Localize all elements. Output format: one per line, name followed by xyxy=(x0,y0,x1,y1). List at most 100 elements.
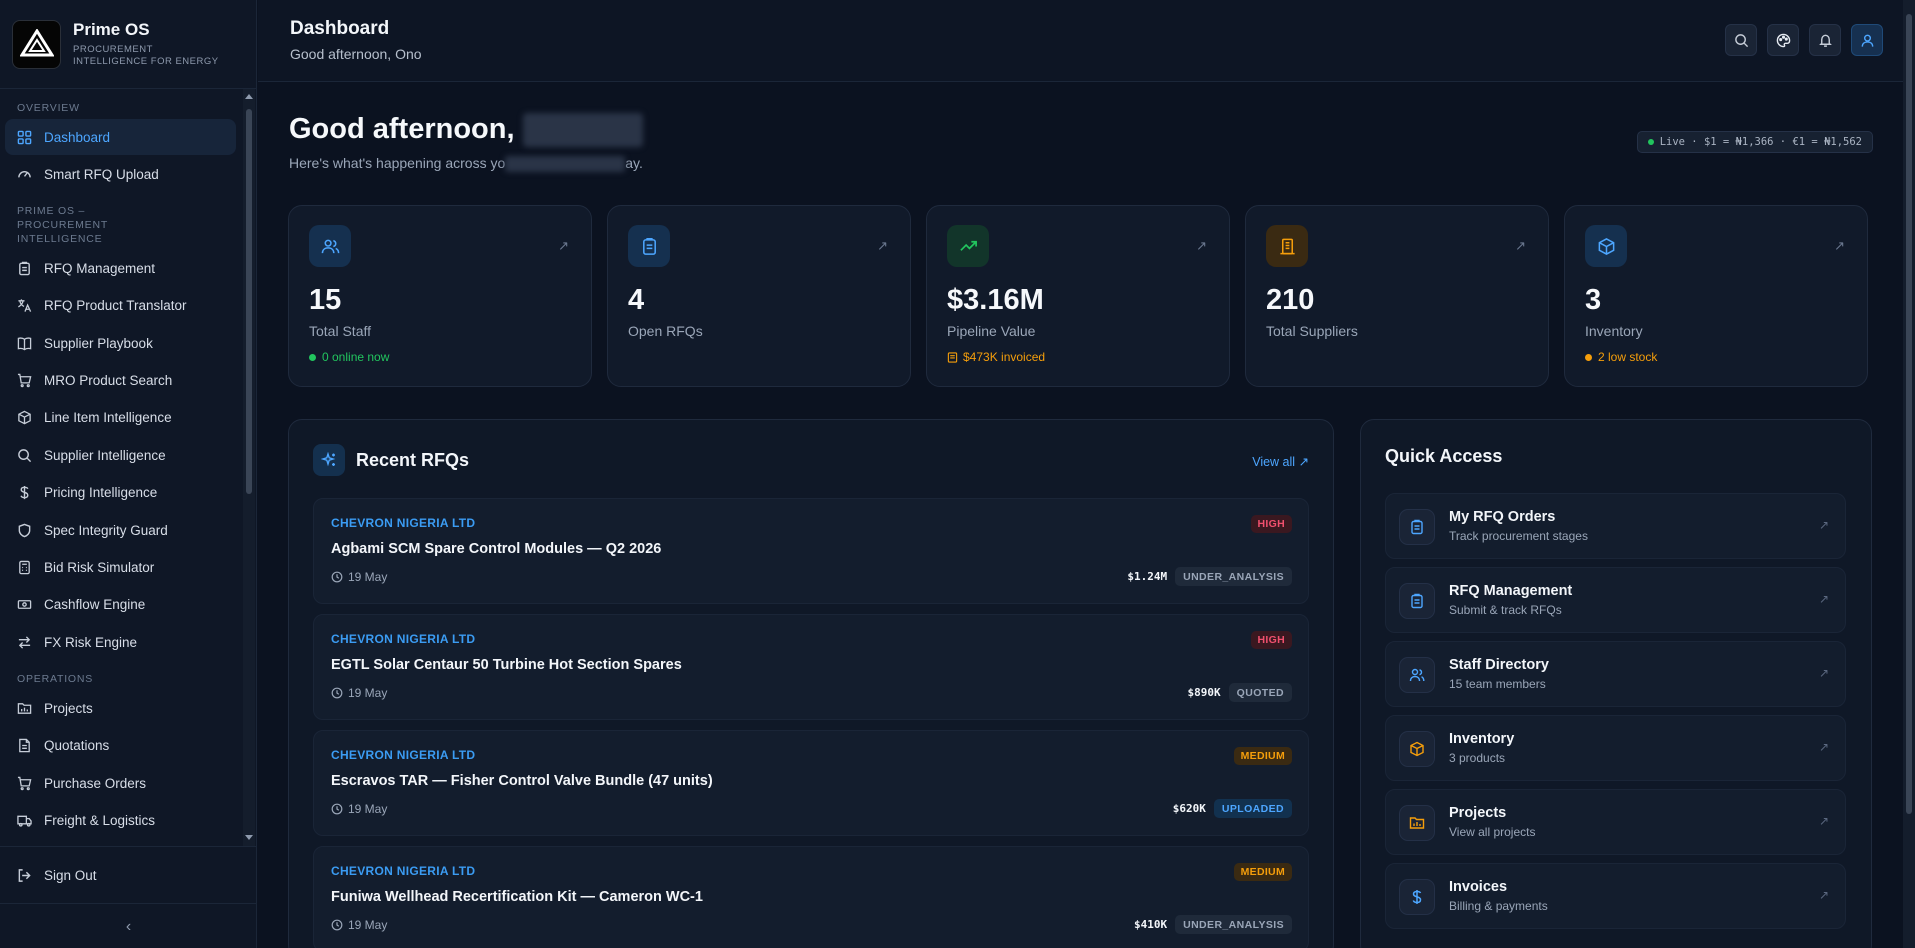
topbar-actions xyxy=(1725,24,1883,56)
sidebar-item-dashboard[interactable]: Dashboard xyxy=(5,119,236,155)
stat-label: Total Staff xyxy=(309,323,372,339)
users-icon xyxy=(1409,668,1425,682)
stat-value: $3.16M xyxy=(947,284,1044,316)
box-icon xyxy=(18,411,31,425)
view-all-link[interactable]: View all ↗ xyxy=(1252,454,1309,469)
sidebar-item-label: Cashflow Engine xyxy=(44,597,146,613)
sidebar-item-freight-logistics[interactable]: Freight & Logistics xyxy=(5,802,236,838)
section-label-overview: OVERVIEW xyxy=(17,102,80,114)
sidebar-item-pricing-intelligence[interactable]: Pricing Intelligence xyxy=(5,475,236,511)
rfq-list-item[interactable]: CHEVRON NIGERIA LTD Escravos TAR — Fishe… xyxy=(313,730,1309,836)
folder-icon xyxy=(17,702,32,714)
qa-title: Invoices xyxy=(1449,879,1508,895)
stat-icon-box xyxy=(309,225,351,267)
users-icon xyxy=(321,239,339,253)
arrow-up-right-icon: ↗ xyxy=(1818,814,1829,828)
sidebar-item-line-item-intelligence[interactable]: Line Item Intelligence xyxy=(5,400,236,436)
sidebar-item-cashflow-engine[interactable]: Cashflow Engine xyxy=(5,587,236,623)
qa-subtitle: View all projects xyxy=(1449,825,1536,839)
theme-button[interactable] xyxy=(1767,24,1799,56)
scroll-up-arrow[interactable] xyxy=(245,94,253,99)
brand[interactable]: Prime OS PROCUREMENT INTELLIGENCE FOR EN… xyxy=(0,0,256,89)
sidebar-item-spec-integrity-guard[interactable]: Spec Integrity Guard xyxy=(5,512,236,548)
sidebar-item-supplier-playbook[interactable]: Supplier Playbook xyxy=(5,325,236,361)
quick-access-panel: Quick Access My RFQ Orders Track procure… xyxy=(1360,419,1872,948)
arrow-up-right-icon: ↗ xyxy=(1818,888,1829,902)
stat-icon-box xyxy=(1266,225,1308,267)
cart-icon xyxy=(17,373,32,388)
stat-card-pipeline-value[interactable]: ↗ $3.16M Pipeline Value $473K invoiced xyxy=(926,205,1230,387)
rfq-list-item[interactable]: CHEVRON NIGERIA LTD Funiwa Wellhead Rece… xyxy=(313,846,1309,948)
clock-icon xyxy=(331,919,343,931)
sidebar-item-projects[interactable]: Projects xyxy=(5,690,236,726)
sidebar-item-label: Spec Integrity Guard xyxy=(44,522,168,538)
rfq-date-text: 19 May xyxy=(348,570,388,584)
greeting-text: Good afternoon, xyxy=(289,113,515,145)
clipboard-icon xyxy=(642,237,656,255)
stat-card-total-suppliers[interactable]: ↗ 210 Total Suppliers xyxy=(1245,205,1549,387)
scroll-down-arrow[interactable] xyxy=(245,835,253,840)
user-menu-button[interactable] xyxy=(1851,24,1883,56)
priority-badge: MEDIUM xyxy=(1233,747,1292,765)
rfq-client: CHEVRON NIGERIA LTD xyxy=(331,864,476,878)
rfq-amount: $620K xyxy=(1172,802,1206,815)
sidebar-item-rfq-product-translator[interactable]: RFQ Product Translator xyxy=(5,288,236,324)
palette-icon xyxy=(1776,33,1790,47)
quick-access-inventory[interactable]: Inventory 3 products ↗ xyxy=(1385,715,1846,781)
page-scrollbar[interactable] xyxy=(1903,0,1915,948)
sidebar-item-supplier-intelligence[interactable]: Supplier Intelligence xyxy=(5,437,236,473)
rfq-list-item[interactable]: CHEVRON NIGERIA LTD EGTL Solar Centaur 5… xyxy=(313,614,1309,720)
recent-rfqs-header: Recent RFQs xyxy=(313,444,469,476)
sidebar-item-label: Line Item Intelligence xyxy=(44,410,172,426)
sidebar-item-smart-rfq-upload[interactable]: Smart RFQ Upload xyxy=(5,156,236,192)
stat-note: $473K invoiced xyxy=(947,350,1045,364)
quick-access-rfq-management[interactable]: RFQ Management Submit & track RFQs ↗ xyxy=(1385,567,1846,633)
greeting-subtitle: Here's what's happening across yo ay. xyxy=(289,155,643,173)
brand-logo xyxy=(12,19,61,69)
quick-access-projects[interactable]: Projects View all projects ↗ xyxy=(1385,789,1846,855)
quick-access-invoices[interactable]: Invoices Billing & payments ↗ xyxy=(1385,863,1846,929)
rfq-title: EGTL Solar Centaur 50 Turbine Hot Sectio… xyxy=(331,657,682,673)
sidebar-item-label: Dashboard xyxy=(44,129,111,145)
building-icon xyxy=(1279,238,1295,254)
quick-access-staff-directory[interactable]: Staff Directory 15 team members ↗ xyxy=(1385,641,1846,707)
sidebar-scroll-thumb[interactable] xyxy=(246,109,252,494)
online-dot xyxy=(309,353,316,361)
stat-card-open-rfqs[interactable]: ↗ 4 Open RFQs xyxy=(607,205,911,387)
sidebar-item-fx-risk-engine[interactable]: FX Risk Engine xyxy=(5,624,236,660)
sidebar-scrollbar[interactable] xyxy=(243,89,255,846)
search-icon xyxy=(1734,33,1748,47)
rfq-meta: $410K UNDER_ANALYSIS xyxy=(1134,915,1292,934)
page-scroll-thumb[interactable] xyxy=(1906,14,1912,814)
sidebar-item-purchase-orders[interactable]: Purchase Orders xyxy=(5,765,236,801)
redacted-name xyxy=(522,113,643,148)
collapse-sidebar-button[interactable]: ‹ xyxy=(0,903,257,948)
sidebar-item-quotations[interactable]: Quotations xyxy=(5,728,236,764)
section-label-operations: OPERATIONS xyxy=(17,673,94,686)
rfq-date: 19 May xyxy=(331,918,387,932)
sign-out-button[interactable]: Sign Out xyxy=(0,847,257,903)
greeting-sub-end: ay. xyxy=(625,155,643,171)
sidebar-item-label: FX Risk Engine xyxy=(44,634,138,650)
package-icon xyxy=(1598,237,1614,255)
qa-icon-box xyxy=(1399,509,1435,545)
book-icon xyxy=(17,337,32,351)
sidebar-item-bid-risk-simulator[interactable]: Bid Risk Simulator xyxy=(5,550,236,586)
rfq-date: 19 May xyxy=(331,802,387,816)
search-button[interactable] xyxy=(1725,24,1757,56)
stat-card-inventory[interactable]: ↗ 3 Inventory 2 low stock xyxy=(1564,205,1868,387)
priority-badge: MEDIUM xyxy=(1233,863,1292,881)
rfq-list-item[interactable]: CHEVRON NIGERIA LTD Agbami SCM Spare Con… xyxy=(313,498,1309,604)
stat-cards: ↗ 15 Total Staff 0 online now ↗ 4 Open R… xyxy=(288,205,1868,387)
quick-access-my-rfq-orders[interactable]: My RFQ Orders Track procurement stages ↗ xyxy=(1385,493,1846,559)
trending-up-icon xyxy=(959,240,977,251)
arrow-up-right-icon: ↗ xyxy=(1818,518,1829,532)
sidebar-item-mro-product-search[interactable]: MRO Product Search xyxy=(5,363,236,399)
receipt-icon xyxy=(947,351,958,363)
notifications-button[interactable] xyxy=(1809,24,1841,56)
qa-icon-box xyxy=(1399,731,1435,767)
sidebar-item-rfq-management[interactable]: RFQ Management xyxy=(5,250,236,286)
document-icon xyxy=(19,738,30,753)
stat-card-total-staff[interactable]: ↗ 15 Total Staff 0 online now xyxy=(288,205,592,387)
rfq-date-text: 19 May xyxy=(348,802,388,816)
